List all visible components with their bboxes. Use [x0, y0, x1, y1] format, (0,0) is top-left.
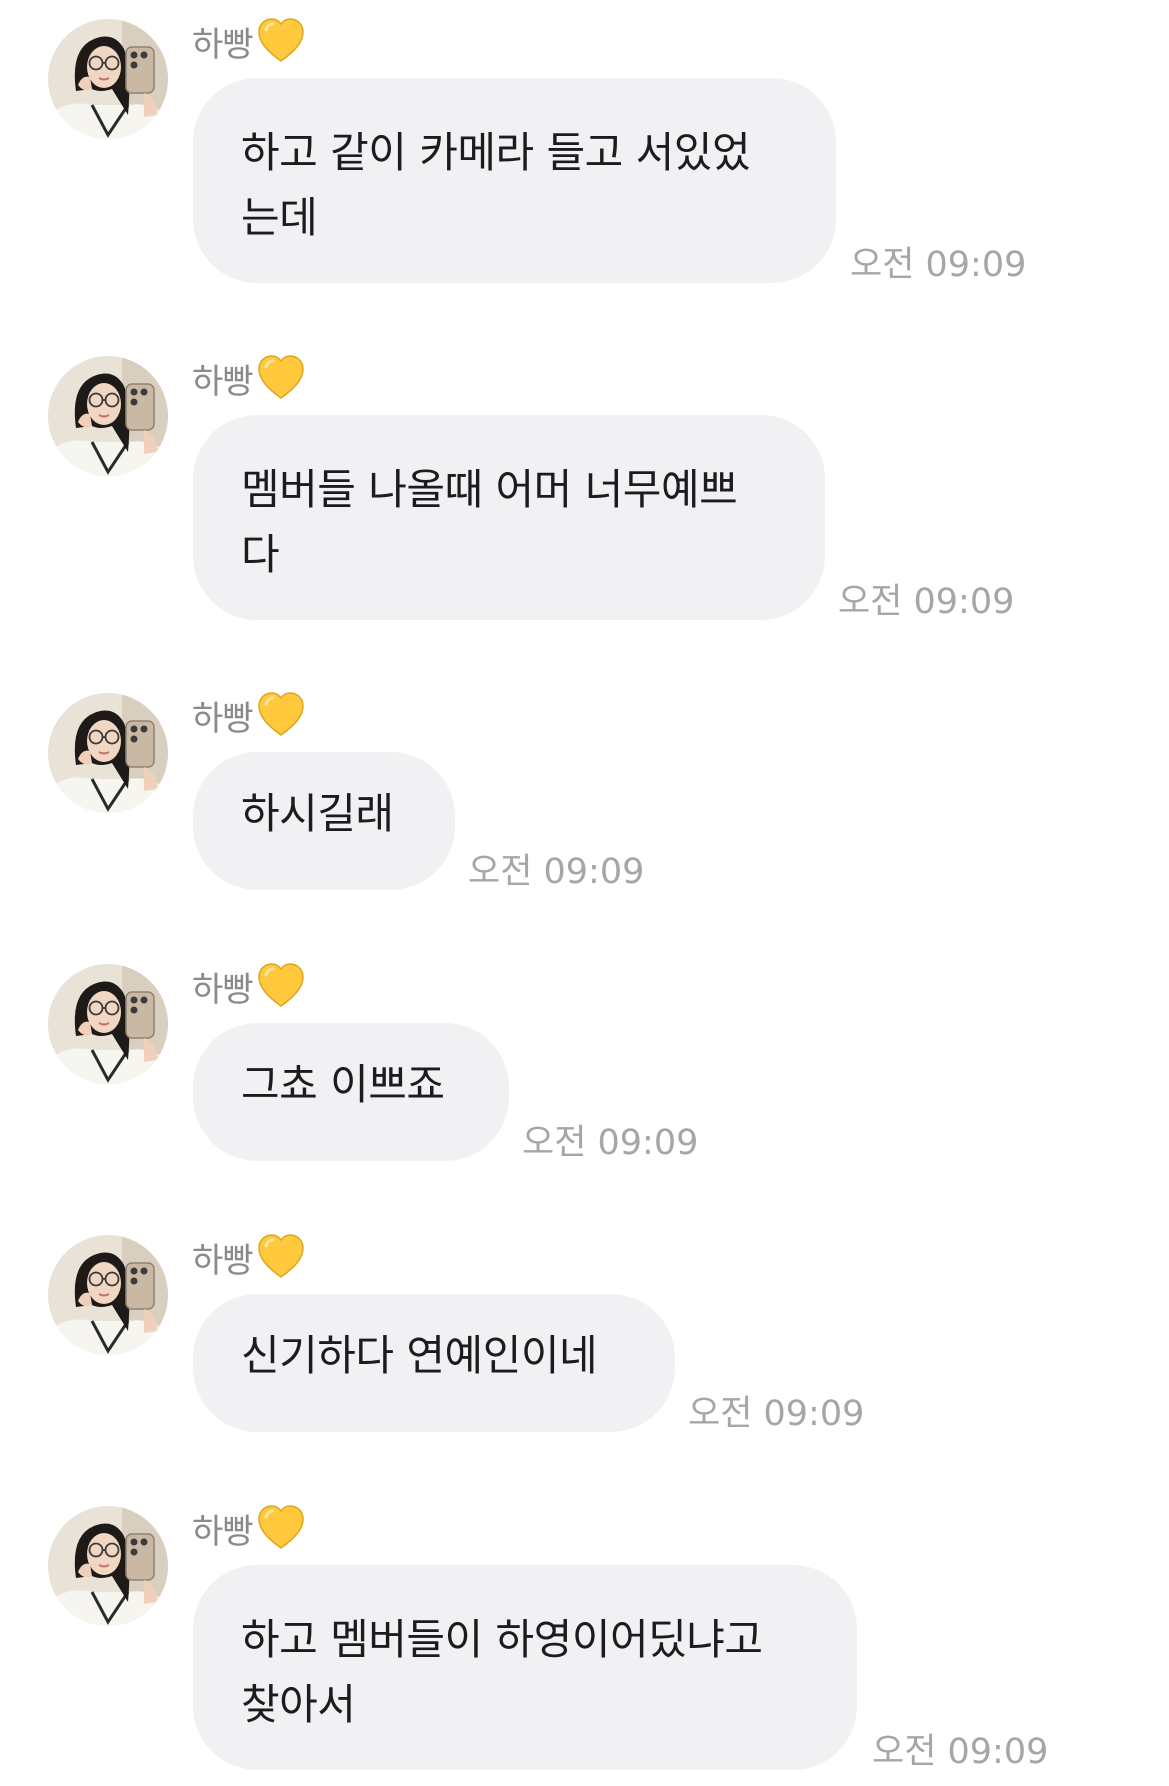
sender-name: 하빵 — [192, 361, 254, 402]
message-timestamp: 오전 09:09 — [838, 582, 1015, 622]
yellow-heart-icon — [257, 692, 305, 738]
avatar[interactable] — [48, 693, 168, 813]
yellow-heart-icon — [257, 1234, 305, 1280]
message-timestamp: 오전 09:09 — [872, 1732, 1049, 1772]
message-line: 멤버들 나올때 어머 너무예쁘 — [241, 465, 738, 514]
sender-name: 하빵 — [192, 1240, 254, 1281]
message-line: 찾아서 — [241, 1680, 356, 1729]
message-line: 그쵸 이쁘죠 — [241, 1060, 445, 1109]
sender-info: 하빵 — [192, 1232, 305, 1282]
message-bubble[interactable]: 그쵸 이쁘죠 — [193, 1023, 509, 1161]
sender-name: 하빵 — [192, 1511, 254, 1552]
message-line: 하고 멤버들이 하영이어딨냐고 — [241, 1615, 763, 1664]
yellow-heart-icon — [257, 18, 305, 64]
message-bubble[interactable]: 멤버들 나올때 어머 너무예쁘 다 — [193, 415, 825, 620]
sender-info: 하빵 — [192, 961, 305, 1011]
message-timestamp: 오전 09:09 — [468, 852, 645, 892]
avatar[interactable] — [48, 1506, 168, 1626]
yellow-heart-icon — [257, 963, 305, 1009]
avatar[interactable] — [48, 19, 168, 139]
message-line: 다 — [241, 530, 280, 579]
yellow-heart-icon — [257, 355, 305, 401]
avatar[interactable] — [48, 964, 168, 1084]
sender-info: 하빵 — [192, 1503, 305, 1553]
sender-info: 하빵 — [192, 690, 305, 740]
sender-info: 하빵 — [192, 16, 305, 66]
avatar[interactable] — [48, 356, 168, 476]
avatar[interactable] — [48, 1235, 168, 1355]
message-timestamp: 오전 09:09 — [688, 1394, 865, 1434]
message-timestamp: 오전 09:09 — [850, 245, 1027, 285]
sender-name: 하빵 — [192, 24, 254, 65]
message-line: 신기하다 연예인이네 — [241, 1331, 598, 1380]
message-bubble[interactable]: 하고 멤버들이 하영이어딨냐고 찾아서 — [193, 1565, 857, 1770]
sender-info: 하빵 — [192, 353, 305, 403]
sender-name: 하빵 — [192, 698, 254, 739]
message-line: 하고 같이 카메라 들고 서있었 — [241, 128, 751, 177]
message-bubble[interactable]: 하시길래 — [193, 752, 455, 890]
message-bubble[interactable]: 하고 같이 카메라 들고 서있었 는데 — [193, 78, 836, 283]
message-line: 하시길래 — [241, 789, 394, 838]
message-bubble[interactable]: 신기하다 연예인이네 — [193, 1294, 675, 1432]
yellow-heart-icon — [257, 1505, 305, 1551]
message-timestamp: 오전 09:09 — [522, 1123, 699, 1163]
sender-name: 하빵 — [192, 969, 254, 1010]
message-line: 는데 — [241, 193, 318, 242]
